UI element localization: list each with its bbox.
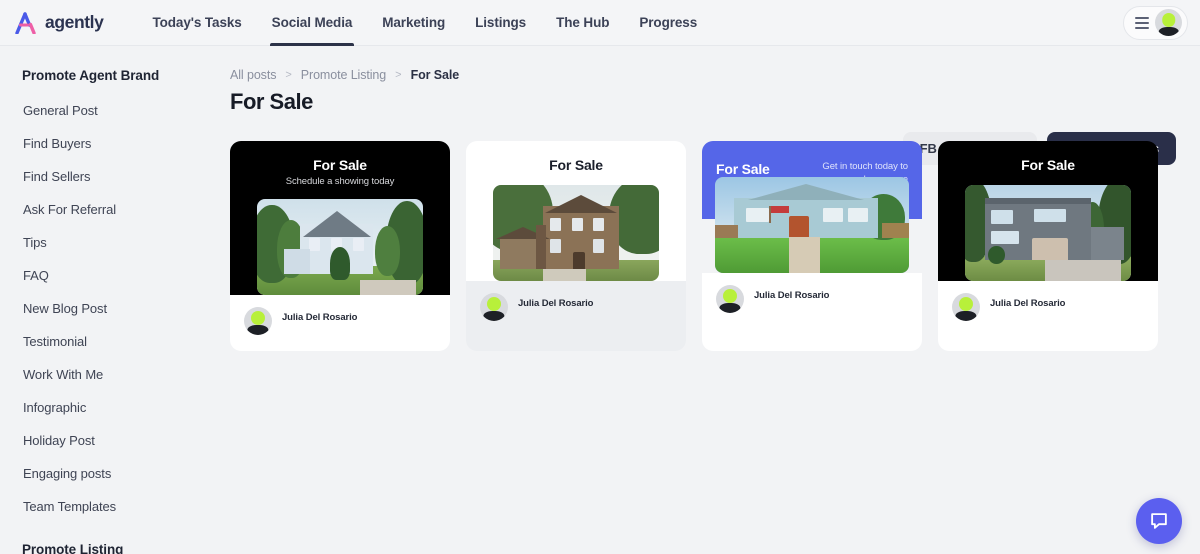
post-card[interactable]: For Sale Schedule a showing today Julia … bbox=[230, 141, 450, 351]
brand-logo[interactable]: agently bbox=[14, 11, 104, 35]
card-author-name: Julia Del Rosario bbox=[282, 312, 358, 323]
app-shell: Promote Agent Brand General Post Find Bu… bbox=[0, 46, 1200, 554]
card-header: For Sale bbox=[938, 141, 1158, 281]
card-title: For Sale bbox=[313, 157, 367, 173]
sidebar-item-general-post[interactable]: General Post bbox=[14, 97, 208, 124]
avatar-body bbox=[719, 303, 741, 313]
nav-item-marketing[interactable]: Marketing bbox=[367, 0, 460, 46]
avatar-head bbox=[959, 297, 973, 312]
breadcrumb-separator: > bbox=[285, 69, 292, 81]
author-avatar bbox=[716, 285, 744, 313]
post-card[interactable]: For Sale Julia Del Rosario bbox=[938, 141, 1158, 351]
post-card[interactable]: For Sale Julia Del Rosario bbox=[466, 141, 686, 351]
breadcrumb-separator: > bbox=[395, 69, 402, 81]
chat-support-button[interactable] bbox=[1136, 498, 1182, 544]
card-photo-blue-bungalow-with-flag bbox=[715, 177, 909, 273]
sidebar-item-engaging-posts[interactable]: Engaging posts bbox=[14, 460, 208, 487]
card-footer: Julia Del Rosario bbox=[466, 281, 686, 351]
card-photo-modern-gray-house-with-garage bbox=[965, 185, 1131, 281]
sidebar-section-title-promote-agent-brand: Promote Agent Brand bbox=[22, 68, 160, 83]
nav-item-progress[interactable]: Progress bbox=[624, 0, 712, 46]
agently-logo-icon bbox=[14, 11, 38, 35]
card-subtitle: Schedule a showing today bbox=[285, 176, 395, 187]
sidebar-item-team-templates[interactable]: Team Templates bbox=[14, 493, 208, 520]
card-header: For Sale Schedule a showing today bbox=[230, 141, 450, 295]
nav-item-todays-tasks[interactable]: Today's Tasks bbox=[137, 0, 256, 46]
breadcrumb: All posts > Promote Listing > For Sale bbox=[230, 68, 1176, 82]
nav-item-listings[interactable]: Listings bbox=[460, 0, 541, 46]
card-author-name: Julia Del Rosario bbox=[518, 298, 594, 309]
sidebar-item-find-sellers[interactable]: Find Sellers bbox=[14, 163, 208, 190]
page-title: For Sale bbox=[230, 89, 313, 114]
post-template-grid: For Sale Schedule a showing today Julia … bbox=[230, 141, 1176, 351]
sidebar-item-faq[interactable]: FAQ bbox=[14, 262, 208, 289]
card-footer: Julia Del Rosario bbox=[230, 295, 450, 351]
author-avatar bbox=[244, 307, 272, 335]
breadcrumb-item-promote-listing[interactable]: Promote Listing bbox=[301, 68, 386, 82]
avatar-body bbox=[1158, 26, 1179, 36]
main-content: All posts > Promote Listing > For Sale F… bbox=[222, 46, 1200, 554]
card-header: For Sale bbox=[466, 141, 686, 281]
avatar-head bbox=[487, 297, 501, 312]
card-title: For Sale bbox=[1021, 157, 1075, 173]
sidebar-item-testimonial[interactable]: Testimonial bbox=[14, 328, 208, 355]
nav-item-social-media[interactable]: Social Media bbox=[257, 0, 368, 46]
main-nav: Today's Tasks Social Media Marketing Lis… bbox=[137, 0, 712, 46]
sidebar-item-ask-for-referral[interactable]: Ask For Referral bbox=[14, 196, 208, 223]
avatar-head bbox=[1161, 13, 1176, 27]
card-title: For Sale bbox=[716, 161, 770, 177]
post-card[interactable]: For Sale Get in touch today to learn mor… bbox=[702, 141, 922, 351]
hamburger-menu-icon[interactable] bbox=[1135, 16, 1149, 29]
card-photo-brown-victorian-house bbox=[493, 185, 659, 281]
sidebar-item-find-buyers[interactable]: Find Buyers bbox=[14, 130, 208, 157]
sidebar-item-new-blog-post[interactable]: New Blog Post bbox=[14, 295, 208, 322]
sidebar: Promote Agent Brand General Post Find Bu… bbox=[0, 46, 222, 554]
brand-name: agently bbox=[45, 12, 104, 32]
avatar-body bbox=[483, 311, 505, 321]
sidebar-item-infographic[interactable]: Infographic bbox=[14, 394, 208, 421]
avatar-body bbox=[955, 311, 977, 321]
card-photo-two-story-white-farmhouse bbox=[257, 199, 423, 295]
account-menu-button[interactable] bbox=[1123, 5, 1188, 40]
chat-bubble-icon bbox=[1151, 513, 1167, 529]
sidebar-section-title-promote-listing: Promote Listing bbox=[22, 542, 124, 554]
sidebar-item-work-with-me[interactable]: Work With Me bbox=[14, 361, 208, 388]
card-footer: Julia Del Rosario bbox=[702, 273, 922, 351]
card-author-name: Julia Del Rosario bbox=[990, 298, 1066, 309]
avatar-head bbox=[251, 311, 265, 326]
nav-item-the-hub[interactable]: The Hub bbox=[541, 0, 624, 46]
card-title: For Sale bbox=[549, 157, 603, 173]
top-navigation-bar: agently Today's Tasks Social Media Marke… bbox=[0, 0, 1200, 46]
author-avatar bbox=[480, 293, 508, 321]
user-avatar[interactable] bbox=[1155, 9, 1182, 36]
sidebar-item-tips[interactable]: Tips bbox=[14, 229, 208, 256]
card-footer: Julia Del Rosario bbox=[938, 281, 1158, 351]
sidebar-item-holiday-post[interactable]: Holiday Post bbox=[14, 427, 208, 454]
avatar-body bbox=[247, 325, 269, 335]
author-avatar bbox=[952, 293, 980, 321]
avatar-head bbox=[723, 289, 737, 304]
breadcrumb-item-for-sale: For Sale bbox=[410, 68, 460, 82]
card-author-name: Julia Del Rosario bbox=[754, 290, 830, 301]
breadcrumb-item-all-posts[interactable]: All posts bbox=[230, 68, 276, 82]
